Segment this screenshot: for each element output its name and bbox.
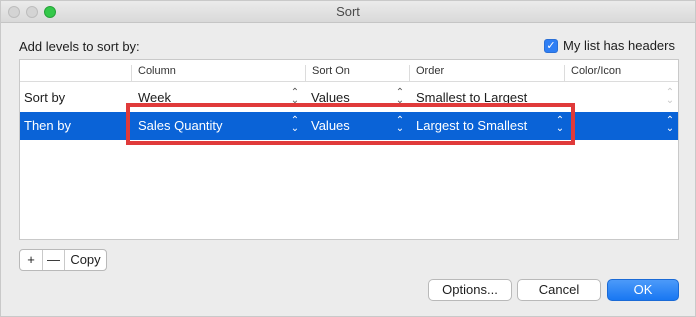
title-bar: Sort — [1, 1, 695, 23]
add-level-button[interactable]: + — [20, 250, 42, 270]
checkmark-icon[interactable]: ✓ — [544, 38, 558, 53]
column-header-order: Order — [409, 65, 564, 81]
annotation-highlight-box — [126, 103, 575, 145]
headers-checkbox-label: My list has headers — [563, 38, 675, 53]
window-title: Sort — [336, 4, 360, 19]
column-header-sort-on: Sort On — [305, 65, 409, 81]
delete-level-button[interactable]: — — [42, 250, 64, 270]
ok-button[interactable]: OK — [607, 279, 679, 301]
up-down-chevron-icon[interactable]: ⌃ ⌄ — [665, 116, 675, 134]
level-controls: + — Copy — [19, 249, 107, 271]
add-levels-label: Add levels to sort by: — [19, 39, 140, 54]
sort-levels-table: Column Sort On Order Color/Icon Sort by … — [19, 59, 679, 240]
table-header: Column Sort On Order Color/Icon — [20, 60, 678, 82]
up-down-chevron-icon[interactable]: ⌃ ⌄ — [665, 88, 675, 106]
copy-level-button[interactable]: Copy — [64, 250, 106, 270]
my-list-has-headers-checkbox[interactable]: ✓ My list has headers — [544, 38, 675, 53]
column-header-color-icon: Color/Icon — [564, 65, 678, 81]
header-spacer — [20, 65, 131, 81]
column-header-column: Column — [131, 65, 305, 81]
row-label: Then by — [24, 118, 71, 133]
cancel-button[interactable]: Cancel — [517, 279, 601, 301]
options-button[interactable]: Options... — [428, 279, 512, 301]
sort-dialog: Sort Add levels to sort by: ✓ My list ha… — [0, 0, 696, 317]
row-label: Sort by — [24, 90, 66, 105]
